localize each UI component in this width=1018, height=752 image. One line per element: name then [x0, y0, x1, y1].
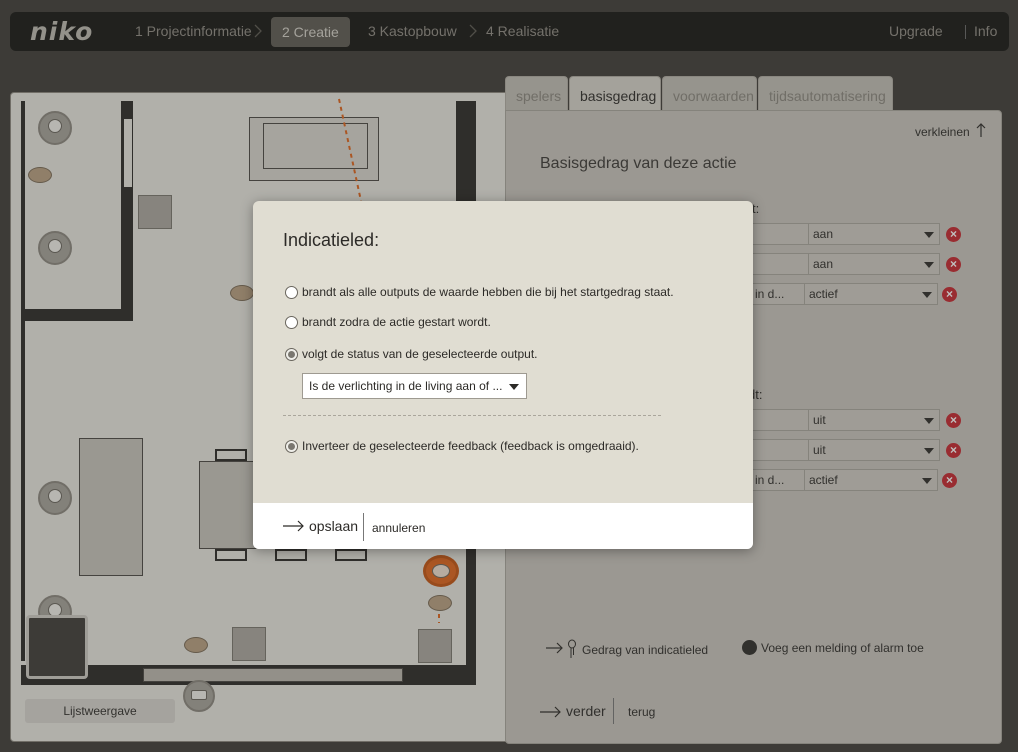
- output-select[interactable]: Is de verlichting in de living aan of ..…: [302, 373, 527, 399]
- indicator-led-dialog: Indicatieled: brandt als alle outputs de…: [253, 201, 753, 549]
- radio-label: brandt zodra de actie gestart wordt.: [302, 315, 491, 329]
- dialog-title: Indicatieled:: [283, 230, 380, 250]
- radio-button[interactable]: [285, 315, 298, 329]
- radio-option-follow-output[interactable]: volgt de status van de geselecteerde out…: [285, 347, 538, 361]
- radio-option-action-started[interactable]: brandt zodra de actie gestart wordt.: [285, 315, 491, 329]
- dashed-divider: [283, 415, 661, 416]
- output-select-value: Is de verlichting in de living aan of ..…: [309, 379, 503, 393]
- dialog-footer: opslaan annuleren: [253, 503, 753, 549]
- radio-option-all-outputs[interactable]: brandt als alle outputs de waarde hebben…: [285, 285, 674, 299]
- arrow-right-icon: [283, 520, 304, 532]
- radio-label: volgt de status van de geselecteerde out…: [302, 347, 538, 361]
- radio-label: brandt als alle outputs de waarde hebben…: [302, 285, 674, 299]
- chevron-down-icon: [509, 384, 519, 390]
- invert-feedback-option[interactable]: Inverteer de geselecteerde feedback (fee…: [285, 439, 639, 453]
- cancel-button[interactable]: annuleren: [372, 521, 425, 535]
- radio-button-selected[interactable]: [285, 439, 298, 453]
- radio-button[interactable]: [285, 285, 298, 299]
- save-label: opslaan: [309, 518, 359, 534]
- save-button[interactable]: opslaan: [283, 518, 358, 534]
- radio-button-selected[interactable]: [285, 347, 298, 361]
- divider: [363, 513, 364, 541]
- radio-label: Inverteer de geselecteerde feedback (fee…: [302, 439, 639, 453]
